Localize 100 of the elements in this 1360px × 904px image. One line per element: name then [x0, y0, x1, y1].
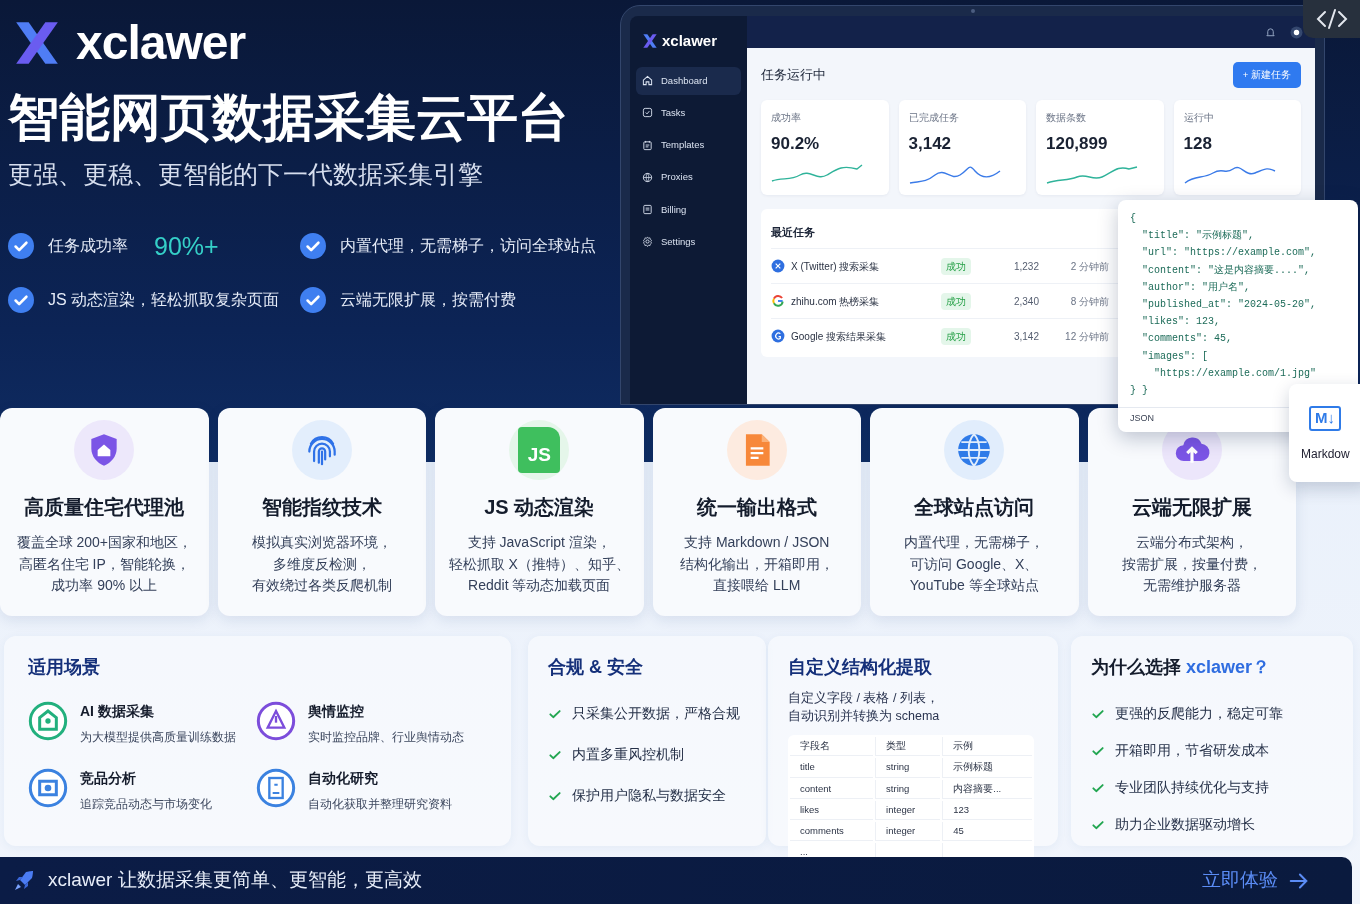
search-logo-icon: [771, 329, 785, 344]
feature-title: 智能指纹技术: [261, 495, 382, 520]
stat-value: 120,899: [1046, 133, 1109, 156]
sidebar-item[interactable]: Tasks: [636, 98, 741, 127]
sidebar-item[interactable]: Templates: [636, 131, 741, 160]
app-name: xclawer: [662, 31, 718, 51]
description-line: 模拟真实浏览器环境，: [251, 533, 392, 552]
globe-icon: [642, 171, 653, 183]
description-line: 自定义字段 / 表格 / 列表，: [788, 690, 940, 707]
status-tag: 成功: [941, 292, 971, 310]
stat-value: 3,142: [908, 133, 953, 156]
logo-icon: [642, 33, 658, 50]
sidebar-item[interactable]: Settings: [636, 227, 741, 256]
code-icon: [1314, 8, 1349, 30]
description-line: 可访问 Google、X、: [909, 554, 1040, 574]
feature-title: JS 动态渲染: [484, 495, 595, 520]
check-icon: [300, 287, 326, 314]
scenario-title: 自动化研究: [308, 769, 379, 788]
description-line: Reddit 等动态加载页面: [467, 576, 612, 595]
table-cell: 内容摘要...: [942, 779, 1032, 799]
description-line: 轻松抓取 X（推特）、知乎、: [448, 554, 630, 574]
settings-icon: [642, 236, 653, 248]
try-now-link[interactable]: 立即体验: [1202, 866, 1310, 895]
scenario-title: AI 数据采集: [80, 702, 155, 721]
table-cell: comments: [790, 822, 874, 842]
feature-text: 任务成功率: [48, 236, 128, 257]
json-code: { "title": "示例标题", "url": "https://example.com", "content": "这是内容摘要....", "author": "用户名", "published_at": "2024-05-20", "likes": 123, "comments": 45, "images": [ "https://example.com/1.jpg" } }: [1129, 212, 1318, 399]
google-icon: [771, 294, 785, 309]
scenario-title: 竞品分析: [80, 769, 137, 788]
feature-text: 云端无限扩展，按需付费: [340, 290, 516, 311]
description-line: 支持 JavaScript 渲染，: [466, 533, 612, 552]
panel-title: 最近任务: [771, 224, 815, 240]
table-cell: content: [790, 779, 874, 799]
avatar-icon[interactable]: [1290, 25, 1303, 39]
list-item-text: 更强的反爬能力，稳定可靠: [1115, 704, 1283, 723]
format-label: Markdow: [1301, 445, 1351, 463]
new-task-button[interactable]: + 新建任务: [1232, 62, 1301, 89]
task-time: 12 分钟前: [1064, 329, 1109, 344]
check-icon: [8, 287, 34, 314]
hero-subtitle: 更强、更稳、更智能的下一代数据采集引擎: [8, 159, 484, 191]
stat-label: 运行中: [1183, 111, 1215, 126]
brand-name: xclawer: [76, 19, 246, 67]
markdown-icon: M↓: [1309, 406, 1341, 431]
list-item-text: 保护用户隐私与数据安全: [572, 786, 726, 805]
description-line: YouTube 等全球站点: [908, 576, 1040, 595]
status-tag: 成功: [941, 327, 971, 345]
task-time: 2 分钟前: [1069, 259, 1109, 274]
table-cell: 45: [942, 822, 1032, 842]
list-item-text: 专业团队持续优化与支持: [1115, 778, 1269, 797]
sidebar-item[interactable]: Proxies: [636, 163, 741, 192]
camera-dot: [971, 9, 975, 13]
task-name: X (Twitter) 搜索采集: [791, 259, 881, 274]
javascript-file-icon: JS: [518, 427, 561, 473]
list-item-text: 内置多重风控机制: [572, 745, 684, 764]
description-line: 覆盖全球 200+国家和地区，: [16, 533, 192, 552]
table-cell: title: [790, 758, 874, 778]
rocket-icon: [12, 868, 36, 893]
panel-title: 自定义结构化提取: [788, 656, 933, 679]
code-view-button[interactable]: [1303, 0, 1360, 38]
list-item-text: 只采集公开数据，严格合规: [572, 704, 740, 723]
description-line: 多维度反检测，: [271, 554, 372, 574]
table-cell: integer: [875, 800, 941, 820]
task-count: 2,340: [1012, 294, 1039, 309]
table-cell: likes: [790, 800, 874, 820]
table-cell: 示例标题: [942, 758, 1032, 778]
checkbox-icon: [642, 107, 653, 119]
description-line: 有效绕过各类反爬机制: [251, 576, 392, 595]
sidebar-item[interactable]: Billing: [636, 195, 741, 224]
footer-slogan: xclawer 让数据采集更简单、更智能，更高效: [48, 868, 422, 893]
calendar-icon: [642, 139, 653, 151]
success-rate: 90%+: [154, 230, 219, 262]
panel-title: 为什么选择 xclawer？: [1091, 656, 1272, 679]
panel-title: 适用场景: [28, 656, 101, 679]
panel-title: 合规 & 安全: [548, 656, 644, 679]
description-line: 成功率 90% 以上: [50, 576, 159, 595]
task-count: 3,142: [1012, 329, 1039, 344]
table-cell: string: [875, 758, 941, 778]
table-cell: integer: [875, 822, 941, 842]
column-header: 字段名: [790, 737, 874, 757]
task-name: Google 搜索结果采集: [791, 329, 888, 344]
document-icon: [642, 204, 653, 216]
description-line: 内置代理，无需梯子，: [904, 533, 1045, 552]
stat-label: 成功率: [771, 111, 802, 126]
list-item-text: 开箱即用，节省研发成本: [1115, 741, 1269, 760]
check-icon: [300, 233, 326, 260]
sidebar-item[interactable]: Dashboard: [636, 66, 741, 95]
home-icon: [642, 75, 653, 87]
stat-value: 90.2%: [771, 133, 821, 156]
description-line: 无需维护服务器: [1141, 576, 1242, 595]
table-cell: 123: [942, 800, 1032, 820]
scenario-title: 舆情监控: [308, 702, 365, 721]
status-tag: 成功: [941, 257, 971, 275]
description-line: 支持 Markdown / JSON: [683, 533, 831, 552]
scenario-description: 为大模型提供高质量训练数据: [80, 729, 236, 746]
bell-icon[interactable]: [1265, 26, 1276, 38]
scenario-description: 自动化获取并整理研究资料: [308, 796, 452, 813]
hero-title: 智能网页数据采集云平台: [8, 90, 570, 147]
description-line: 按需扩展，按量付费，: [1121, 554, 1262, 574]
description-line: 云端分布式架构，: [1134, 533, 1249, 552]
stat-value: 128: [1183, 133, 1213, 156]
